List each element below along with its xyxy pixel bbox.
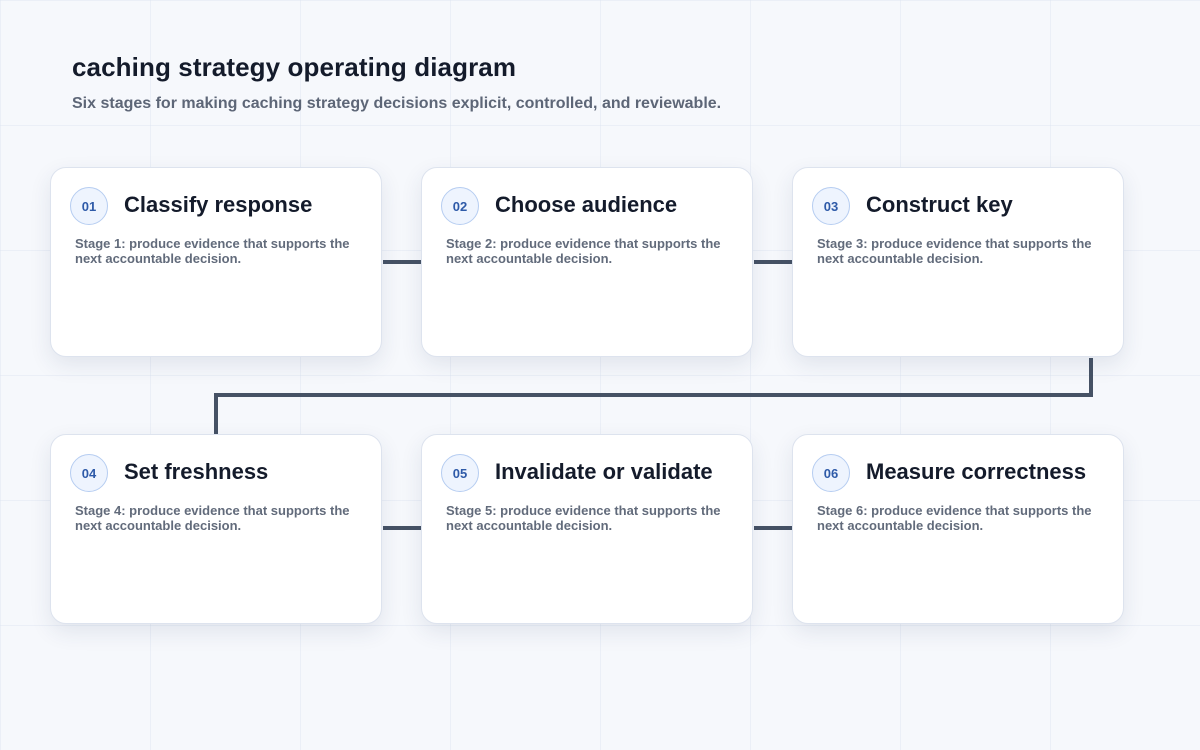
stage-title: Set freshness xyxy=(124,459,269,484)
stage-title: Invalidate or validate xyxy=(495,459,713,484)
stage-description: Stage 3: produce evidence that supports … xyxy=(817,236,1092,266)
stage-number-badge: 05 xyxy=(441,454,479,492)
stage-card-5[interactable]: 05 Invalidate or validate Stage 5: produ… xyxy=(421,434,753,624)
stage-card-2[interactable]: 02 Choose audience Stage 2: produce evid… xyxy=(421,167,753,357)
stage-description: Stage 1: produce evidence that supports … xyxy=(75,236,350,266)
stage-description: Stage 5: produce evidence that supports … xyxy=(446,503,721,533)
stage-title: Construct key xyxy=(866,192,1013,217)
stage-number-badge: 01 xyxy=(70,187,108,225)
stage-description: Stage 2: produce evidence that supports … xyxy=(446,236,721,266)
stage-number-badge: 04 xyxy=(70,454,108,492)
stage-description: Stage 6: produce evidence that supports … xyxy=(817,503,1092,533)
connector-lines xyxy=(214,260,1093,530)
stage-title: Measure correctness xyxy=(866,459,1087,484)
stage-number-badge: 06 xyxy=(812,454,850,492)
stage-card-1[interactable]: 01 Classify response Stage 1: produce ev… xyxy=(50,167,382,357)
stage-number-badge: 03 xyxy=(812,187,850,225)
connector-03-04 xyxy=(214,358,1093,434)
stage-card-3[interactable]: 03 Construct key Stage 3: produce eviden… xyxy=(792,167,1124,357)
stage-title: Choose audience xyxy=(495,192,678,217)
stage-number-badge: 02 xyxy=(441,187,479,225)
stage-card-4[interactable]: 04 Set freshness Stage 4: produce eviden… xyxy=(50,434,382,624)
stage-description: Stage 4: produce evidence that supports … xyxy=(75,503,350,533)
stage-title: Classify response xyxy=(124,192,313,217)
stage-card-6[interactable]: 06 Measure correctness Stage 6: produce … xyxy=(792,434,1124,624)
